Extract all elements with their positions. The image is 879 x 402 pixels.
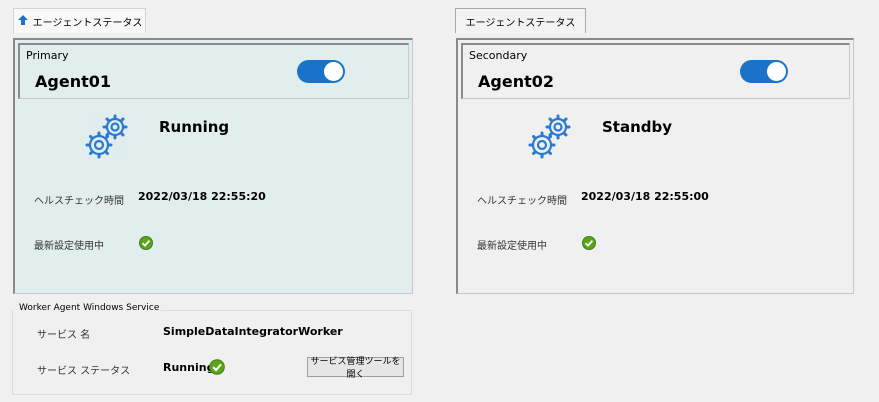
secondary-agent-panel: Secondary Agent02 Standby ヘルスチェック時間 2022…	[456, 38, 854, 294]
check-circle-icon	[209, 359, 225, 379]
primary-agent-header: Primary Agent01	[18, 43, 409, 99]
latest-config-label: 最新設定使用中	[477, 241, 547, 252]
role-label: Primary	[26, 49, 69, 62]
health-check-label: ヘルスチェック時間	[34, 196, 124, 207]
worker-service-group: Worker Agent Windows Service サービス 名 Simp…	[12, 303, 412, 395]
service-status-label: サービス ステータス	[37, 366, 131, 377]
agent-enable-toggle[interactable]	[297, 60, 345, 83]
tab-label: エージェントステータス	[32, 17, 143, 29]
open-service-manager-button[interactable]: サービス管理ツールを開く	[307, 357, 404, 380]
service-status-value: Running	[163, 361, 215, 374]
tab-agent-status-secondary[interactable]: エージェントステータス	[455, 8, 586, 33]
group-title: Worker Agent Windows Service	[17, 303, 162, 313]
agent-name: Agent01	[35, 72, 111, 91]
secondary-agent-header: Secondary Agent02	[461, 43, 850, 99]
role-label: Secondary	[469, 49, 528, 62]
tab-label: エージェントステータス	[465, 17, 576, 29]
health-check-label: ヘルスチェック時間	[477, 196, 567, 207]
service-name-label: サービス 名	[37, 330, 91, 341]
agent-state: Standby	[602, 118, 673, 136]
check-circle-icon	[139, 235, 153, 254]
gears-running-icon	[83, 110, 133, 166]
health-check-time: 2022/03/18 22:55:20	[138, 190, 266, 203]
agent-status-icon	[17, 14, 29, 29]
tab-agent-status-primary[interactable]: エージェントステータス	[13, 8, 146, 33]
latest-config-label: 最新設定使用中	[34, 241, 104, 252]
agent-enable-toggle[interactable]	[740, 60, 788, 83]
agent-state: Running	[159, 118, 230, 136]
agent-name: Agent02	[478, 72, 554, 91]
check-circle-icon	[582, 235, 596, 254]
service-name-value: SimpleDataIntegratorWorker	[163, 325, 343, 338]
primary-agent-panel: Primary Agent01 Running ヘルスチェック時間 2022/0…	[13, 38, 413, 294]
gears-standby-icon	[526, 110, 576, 166]
health-check-time: 2022/03/18 22:55:00	[581, 190, 709, 203]
